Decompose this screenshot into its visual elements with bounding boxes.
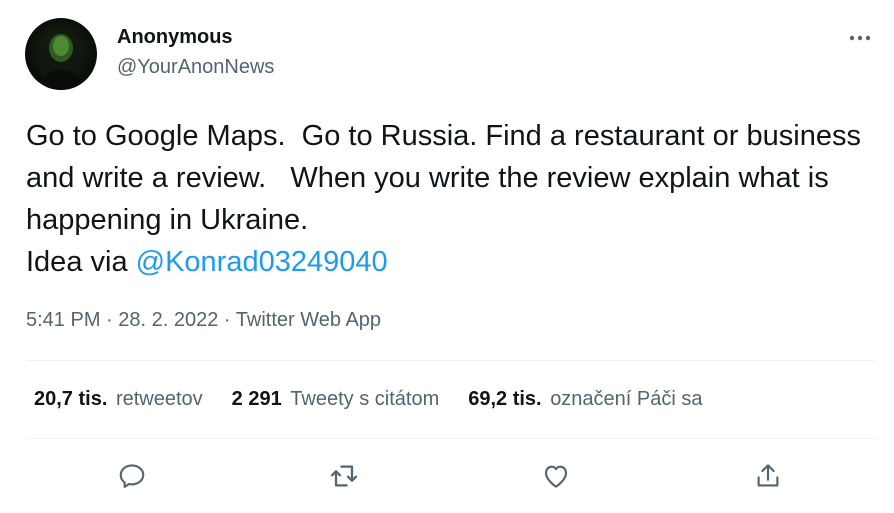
author-name[interactable]: Anonymous [117,26,233,49]
tweet: Anonymous @YourAnonNews Go to Google Map… [0,0,894,513]
avatar-image [39,34,83,90]
quotes-stat[interactable]: 2 291 Tweety s citátom [232,388,440,411]
retweets-stat[interactable]: 20,7 tis. retweetov [34,388,203,411]
retweets-count: 20,7 tis. [34,388,108,410]
tweet-source[interactable]: Twitter Web App [236,309,381,331]
engagement-stats: 20,7 tis. retweetov 2 291 Tweety s citáto… [34,388,732,411]
mention-link[interactable]: @Konrad03249040 [136,246,388,278]
divider [26,360,876,361]
likes-count: 69,2 tis. [468,388,542,410]
quotes-label: Tweety s citátom [290,388,440,410]
likes-stat[interactable]: 69,2 tis. označení Páči sa [468,388,702,411]
retweet-icon [330,465,358,487]
reply-icon [119,464,145,488]
more-button[interactable] [844,22,876,50]
meta-separator: · [218,309,236,331]
retweet-button[interactable] [324,456,364,496]
like-button[interactable] [536,456,576,496]
tweet-date[interactable]: 28. 2. 2022 [118,309,218,331]
tweet-text: Go to Google Maps. Go to Russia. Find a … [26,115,881,283]
more-horizontal-icon [849,35,871,41]
likes-label: označení Páči sa [550,388,703,410]
author-handle[interactable]: @YourAnonNews [117,56,274,79]
meta-separator: · [100,309,119,331]
divider [26,438,876,439]
tweet-time[interactable]: 5:41 PM [26,309,100,331]
share-button[interactable] [748,456,788,496]
share-icon [757,464,779,487]
retweets-label: retweetov [115,388,203,410]
tweet-meta: 5:41 PM · 28. 2. 2022 · Twitter Web App [26,309,381,332]
reply-button[interactable] [112,456,152,496]
quotes-count: 2 291 [231,388,282,410]
avatar[interactable] [25,18,97,90]
heart-icon [544,465,568,488]
